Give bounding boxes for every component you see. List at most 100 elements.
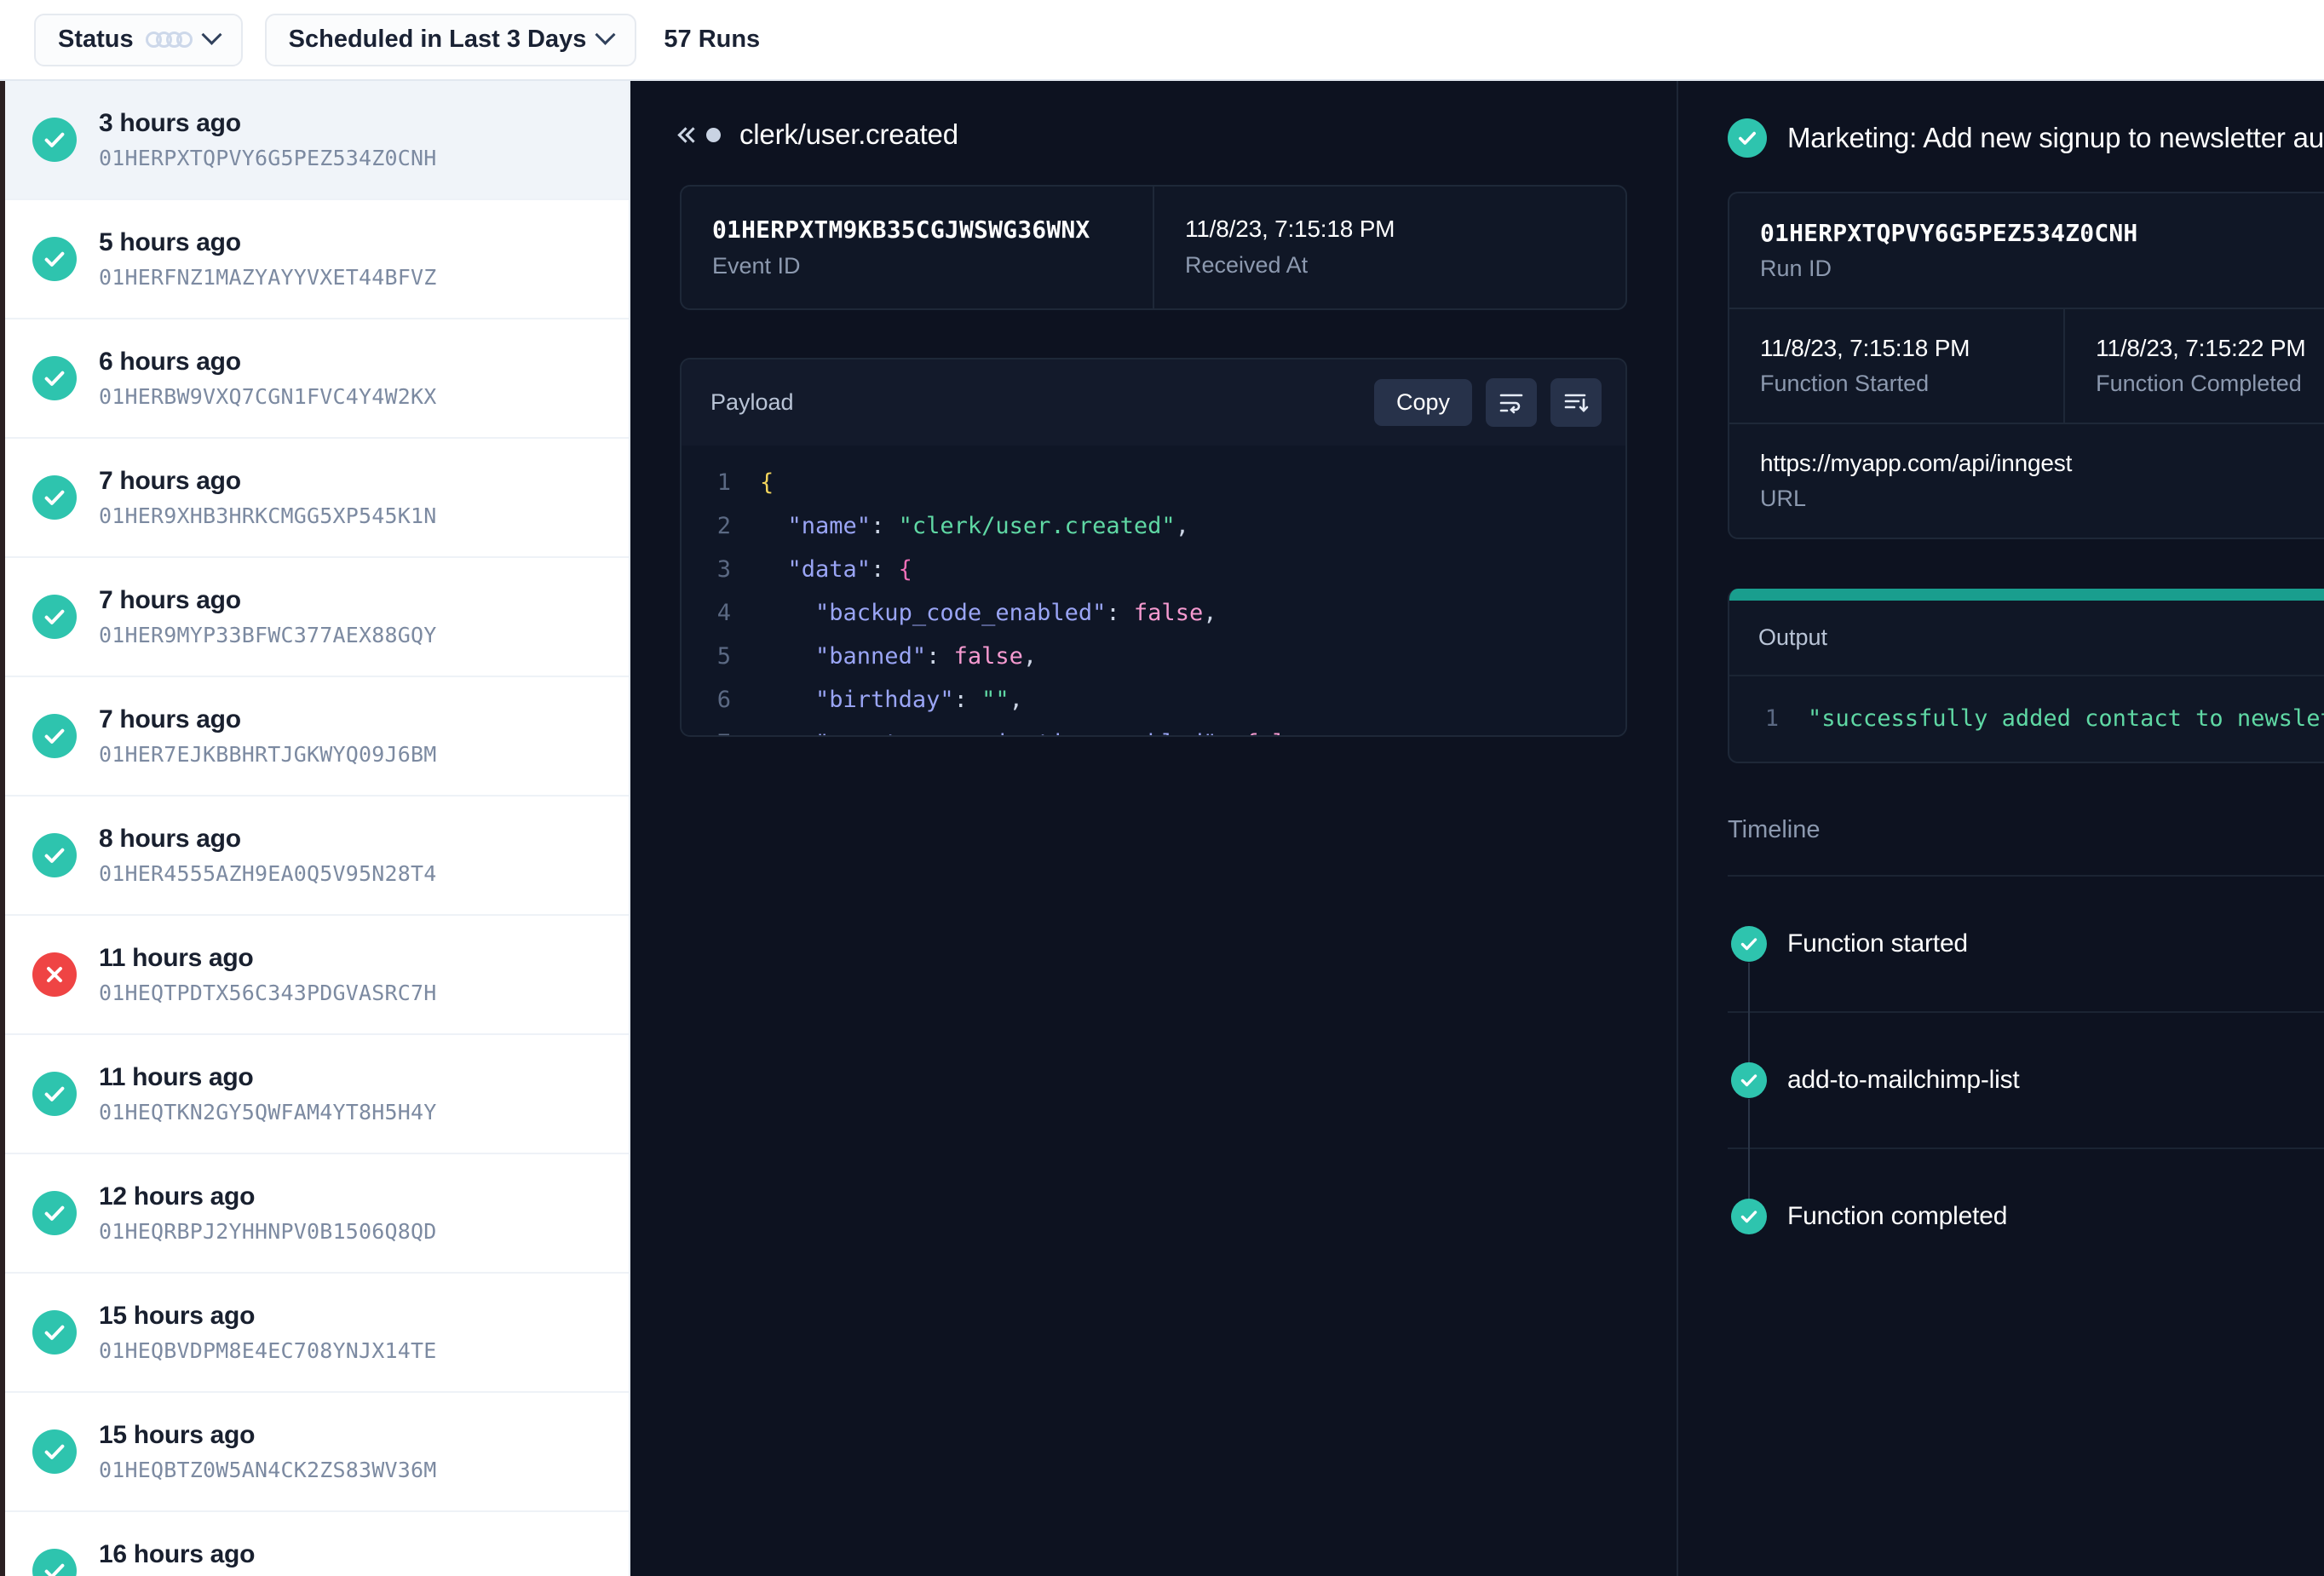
- payload-line: 5 "banned": false,: [682, 635, 1625, 678]
- text-wrap-icon[interactable]: [1486, 378, 1537, 427]
- run-relative-time: 11 hours ago: [99, 944, 254, 972]
- timeline-step-label: Function started: [1787, 929, 1968, 958]
- run-relative-time: 16 hours ago: [99, 1540, 256, 1568]
- time-range-filter-dropdown[interactable]: Scheduled in Last 3 Days: [264, 13, 637, 66]
- run-id: 01HEQRBPJ2YHHNPV0B1506Q8QD: [99, 1219, 437, 1244]
- run-status-success-icon: [32, 595, 77, 639]
- run-list-item[interactable]: 7 hours ago 01HER7EJKBBHRTJGKWYQ09J6BM: [5, 677, 629, 797]
- run-list-item-texts: 7 hours ago 01HER9XHB3HRKCMGG5XP545K1N: [99, 467, 437, 528]
- timeline-step-label: Function completed: [1787, 1202, 2008, 1230]
- output-code: 1 "successfully added contact to newslet…: [1729, 675, 2324, 762]
- run-list-item-texts: 7 hours ago 01HER7EJKBBHRTJGKWYQ09J6BM: [99, 705, 437, 767]
- output-accent-bar: [1729, 589, 2324, 601]
- run-id: 01HEQTKN2GY5QWFAM4YT8H5H4Y: [99, 1100, 437, 1124]
- run-meta-label: URL: [1760, 486, 1807, 511]
- line-number: 1: [716, 469, 731, 496]
- run-meta-row: https://myapp.com/api/inngestURL4Functi: [1729, 423, 2324, 538]
- event-meta-label: Received At: [1185, 252, 1309, 278]
- run-list-item[interactable]: 3 hours ago 01HERPXTQPVY6G5PEZ534Z0CNH: [5, 81, 629, 200]
- run-status-failed-icon: [32, 952, 77, 997]
- timeline-row[interactable]: Function completedCompleted At:: [1728, 1147, 2324, 1284]
- sort-descending-icon[interactable]: [1550, 378, 1602, 427]
- event-meta-card: 01HERPXTM9KB35CGJWSWG36WNX Event ID 11/8/2…: [680, 185, 1627, 310]
- run-list-item[interactable]: 12 hours ago 01HEQRBPJ2YHHNPV0B1506Q8QD: [5, 1154, 629, 1274]
- run-status-success-icon: [1728, 118, 1767, 158]
- run-list[interactable]: 3 hours ago 01HERPXTQPVY6G5PEZ534Z0CNH 5 h…: [0, 81, 630, 1576]
- timeline-step-label: add-to-mailchimp-list: [1787, 1066, 2020, 1094]
- run-status-success-icon: [32, 118, 77, 162]
- event-meta-value: 01HERPXTM9KB35CGJWSWG36WNX: [712, 216, 1090, 244]
- event-name: clerk/user.created: [739, 118, 958, 150]
- run-id: 01HERFNZ1MAZYAYYVXET44BFVZ: [99, 265, 437, 290]
- payload-code[interactable]: 1{2 "name": "clerk/user.created", 3 "data…: [682, 446, 1625, 735]
- run-status-success-icon: [32, 475, 77, 520]
- run-relative-time: 3 hours ago: [99, 109, 241, 137]
- run-list-item[interactable]: 15 hours ago 01HEQBTZ0W5AN4CK2ZS83WV36M: [5, 1393, 629, 1512]
- status-filter-label: Status: [58, 26, 134, 53]
- line-number: 2: [716, 513, 731, 539]
- payload-line: 2 "name": "clerk/user.created",: [682, 504, 1625, 548]
- run-id: 01HER7EJKBBHRTJGKWYQ09J6BM: [99, 742, 437, 767]
- run-meta-cell: 01HERPXTQPVY6G5PEZ534Z0CNH Run ID: [1729, 193, 2324, 308]
- run-list-item[interactable]: 16 hours ago01HEQAD07ZD5F3ZBNYKM55P0XM: [5, 1512, 629, 1576]
- payload-title: Payload: [710, 389, 794, 415]
- run-id: 01HEQBTZ0W5AN4CK2ZS83WV36M: [99, 1458, 437, 1482]
- timeline-row[interactable]: Function startedStarted At:: [1728, 875, 2324, 1092]
- status-filter-dropdown[interactable]: Status: [34, 13, 243, 66]
- run-meta-label: Function Started: [1760, 371, 1930, 396]
- line-content: "banned": false,: [815, 643, 1038, 670]
- line-content: "create_organization_enabled": false,: [760, 722, 1327, 735]
- line-content: {: [760, 469, 774, 496]
- run-list-item[interactable]: 11 hours ago 01HEQTPDTX56C343PDGVASRC7H: [5, 916, 629, 1035]
- run-meta-cell: 11/8/23, 7:15:18 PM Function Started: [1729, 309, 2063, 423]
- line-content: "birthday": "",: [815, 687, 1023, 713]
- run-id: 01HEQBVDPM8E4EC708YNJX14TE: [99, 1338, 437, 1363]
- collapse-panel-icon[interactable]: [677, 126, 721, 143]
- run-relative-time: 8 hours ago: [99, 825, 241, 853]
- run-meta-label: Run ID: [1760, 256, 1832, 281]
- output-line-number: 1: [1764, 705, 1779, 732]
- run-list-item[interactable]: 7 hours ago 01HER9MYP33BFWC377AEX88GQY: [5, 558, 629, 677]
- run-list-item-texts: 5 hours ago 01HERFNZ1MAZYAYYVXET44BFVZ: [99, 228, 437, 290]
- payload-actions: Copy: [1373, 378, 1602, 427]
- run-meta-value: 01HERPXTQPVY6G5PEZ534Z0CNH: [1760, 219, 2138, 247]
- run-relative-time: 15 hours ago: [99, 1421, 256, 1449]
- payload-line: 4 "backup_code_enabled": false,: [682, 591, 1625, 635]
- line-number: 6: [716, 687, 731, 713]
- run-list-item[interactable]: 6 hours ago 01HERBW9VXQ7CGN1FVC4Y4W2KX: [5, 319, 629, 439]
- run-list-item-texts: 7 hours ago 01HER9MYP33BFWC377AEX88GQY: [99, 586, 437, 647]
- run-list-item-texts: 16 hours ago01HEQAD07ZD5F3ZBNYKM55P0XM: [99, 1540, 437, 1576]
- timeline-step-success-icon: [1731, 926, 1767, 962]
- run-id: 01HER9MYP33BFWC377AEX88GQY: [99, 623, 437, 647]
- run-list-item[interactable]: 7 hours ago 01HER9XHB3HRKCMGG5XP545K1N: [5, 439, 629, 558]
- run-meta-value: 11/8/23, 7:15:18 PM: [1760, 335, 1970, 361]
- payload-toolbar: Payload Copy: [682, 359, 1625, 446]
- line-number: 7: [682, 722, 760, 735]
- run-list-item[interactable]: 15 hours ago 01HEQBVDPM8E4EC708YNJX14TE: [5, 1274, 629, 1393]
- run-relative-time: 7 hours ago: [99, 467, 241, 495]
- run-list-item[interactable]: 5 hours ago 01HERFNZ1MAZYAYYVXET44BFVZ: [5, 200, 629, 319]
- line-number: 3: [716, 556, 731, 583]
- event-meta-cell: 01HERPXTM9KB35CGJWSWG36WNX Event ID: [682, 187, 1153, 308]
- run-relative-time: 11 hours ago: [99, 1063, 254, 1091]
- copy-button[interactable]: Copy: [1373, 379, 1472, 426]
- run-function-name: Marketing: Add new signup to newsletter …: [1787, 122, 2324, 153]
- line-number: 4: [716, 600, 731, 626]
- run-list-item-texts: 15 hours ago 01HEQBVDPM8E4EC708YNJX14TE: [99, 1302, 437, 1363]
- run-relative-time: 12 hours ago: [99, 1182, 256, 1211]
- run-panel-header: Marketing: Add new signup to newsletter …: [1678, 81, 2324, 192]
- run-meta-value: 11/8/23, 7:15:22 PM: [2096, 335, 2306, 361]
- run-status-success-icon: [32, 1191, 77, 1235]
- timeline-row-left: Function completed: [1728, 1199, 2007, 1234]
- run-list-item[interactable]: 8 hours ago 01HER4555AZH9EA0Q5V95N28T4: [5, 797, 629, 916]
- event-panel-header: clerk/user.created: [630, 81, 1677, 185]
- run-status-success-icon: [32, 356, 77, 400]
- timeline-row[interactable]: add-to-mailchimp-listCompleted At: 11/8/…: [1728, 1011, 2324, 1228]
- run-status-success-icon: [32, 714, 77, 758]
- run-meta-cell: https://myapp.com/api/inngest URL: [1729, 424, 2324, 538]
- timeline-row-left: Function started: [1728, 926, 1968, 962]
- event-meta-value: 11/8/23, 7:15:18 PM: [1185, 216, 1395, 242]
- run-relative-time: 7 hours ago: [99, 586, 241, 614]
- line-number: 5: [716, 643, 731, 670]
- run-list-item[interactable]: 11 hours ago 01HEQTKN2GY5QWFAM4YT8H5H4Y: [5, 1035, 629, 1154]
